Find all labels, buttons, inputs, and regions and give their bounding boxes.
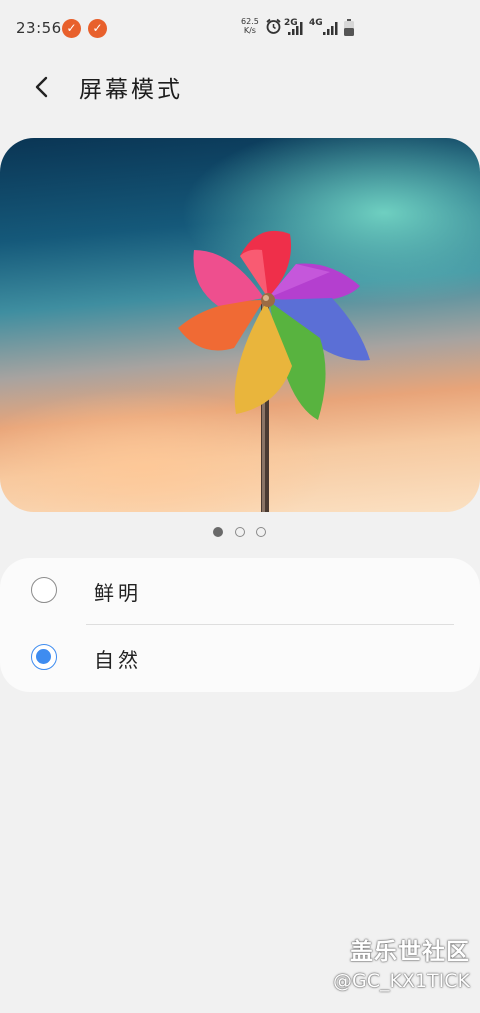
watermark-user: @GC_KX1TICK: [333, 970, 470, 992]
radio-natural[interactable]: [31, 644, 57, 670]
app-notification-icon: ✓: [62, 19, 81, 38]
option-natural-label: 自然: [94, 648, 142, 672]
option-vivid-label: 鲜明: [94, 581, 142, 605]
battery-icon: [344, 19, 354, 36]
app-notification-icon-2: ✓: [88, 19, 107, 38]
screen-mode-preview-image[interactable]: [0, 138, 480, 512]
screen-mode-options-card: 鲜明 自然: [0, 558, 480, 692]
sim2-network-type: 4G: [309, 18, 323, 28]
page-title: 屏幕模式: [79, 77, 183, 103]
sim1-signal-icon: [288, 22, 303, 35]
preview-pager: [213, 527, 269, 537]
radio-vivid[interactable]: [31, 577, 57, 603]
watermark-brand: 盖乐世社区: [350, 939, 470, 965]
pager-dot-2[interactable]: [235, 527, 245, 537]
sim2-signal-icon: [323, 22, 338, 35]
option-natural[interactable]: 自然: [0, 625, 480, 692]
alarm-icon: [266, 18, 281, 34]
pager-dot-3[interactable]: [256, 527, 266, 537]
option-vivid[interactable]: 鲜明: [0, 558, 480, 625]
back-button[interactable]: [26, 70, 60, 104]
network-speed: 62.5 K/s: [241, 17, 259, 35]
pager-dot-1[interactable]: [213, 527, 223, 537]
pinwheel-illustration: [178, 230, 370, 512]
status-bar: 23:56 ✓ ✓ 62.5 K/s 2G 4G: [0, 0, 480, 58]
status-time: 23:56: [16, 19, 62, 37]
app-header: 屏幕模式: [0, 58, 480, 116]
back-arrow-icon: [35, 76, 48, 98]
